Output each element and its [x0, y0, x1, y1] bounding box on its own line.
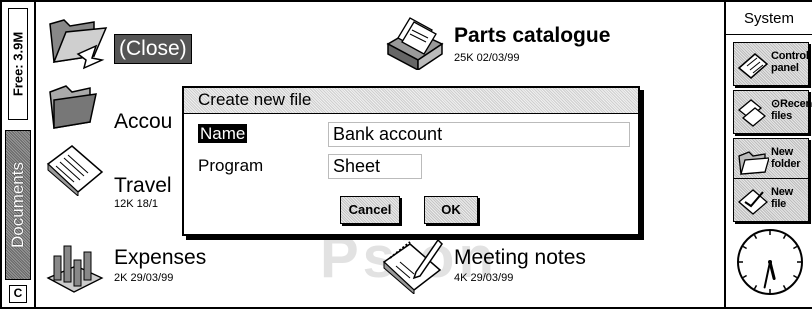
- name-label: Name: [198, 124, 248, 143]
- new-file-button[interactable]: New file: [733, 178, 809, 222]
- program-row: Program: [198, 156, 263, 176]
- new-folder-label: New folder: [771, 146, 801, 170]
- c-key-button[interactable]: C: [9, 285, 27, 303]
- dialog-title: Create new file: [184, 88, 638, 114]
- new-folder-icon: [738, 151, 769, 175]
- card-file-icon: [386, 17, 444, 70]
- meeting-notes-name: Meeting notes: [454, 246, 586, 269]
- close-item-label: (Close): [114, 34, 192, 64]
- folder-icon: [49, 85, 97, 129]
- accounts-folder-name: Accou: [114, 110, 173, 133]
- new-folder-button[interactable]: New folder: [733, 138, 809, 182]
- documents-tab[interactable]: Documents: [5, 130, 31, 280]
- new-file-icon: [738, 189, 768, 215]
- travel-document-meta: 12K 18/1: [114, 198, 159, 210]
- recent-files-icon: [737, 99, 767, 127]
- expenses-item[interactable]: Expenses 2K 29/03/99: [44, 238, 264, 298]
- left-status-bar: Free: 3.9M Documents C: [2, 2, 36, 307]
- control-panel-icon: [737, 53, 769, 79]
- free-memory-label: Free: 3.9M: [10, 31, 26, 97]
- recent-files-button[interactable]: ⊙Recent files: [733, 90, 812, 134]
- cancel-button[interactable]: Cancel: [340, 196, 400, 224]
- parts-catalogue-name: Parts catalogue: [454, 24, 611, 47]
- program-label: Program: [198, 156, 264, 175]
- system-header[interactable]: System: [726, 2, 812, 35]
- meeting-notes-item[interactable]: Meeting notes 4K 29/03/99: [380, 236, 660, 298]
- documents-desktop: Psion (Close) Parts catalogue 25K 02/: [38, 2, 724, 307]
- parts-catalogue-item[interactable]: Parts catalogue 25K 02/03/99: [384, 14, 664, 74]
- ok-button[interactable]: OK: [424, 196, 478, 224]
- parts-catalogue-meta: 25K 02/03/99: [454, 52, 520, 64]
- travel-document-name: Travel: [114, 174, 172, 197]
- psion-screen: Free: 3.9M Documents C Psion (Close): [0, 0, 812, 309]
- notepad-icon: [382, 238, 443, 294]
- meeting-notes-meta: 4K 29/03/99: [454, 272, 514, 284]
- control-panel-button[interactable]: Control panel: [733, 42, 809, 86]
- spreadsheet-icon: [46, 245, 104, 293]
- travel-document-item[interactable]: Travel 12K 18/1: [44, 142, 204, 210]
- clock-icon[interactable]: [735, 224, 805, 300]
- control-panel-label: Control panel: [771, 50, 809, 74]
- program-field[interactable]: Sheet: [328, 154, 422, 179]
- new-file-label: New file: [771, 186, 794, 210]
- recent-files-label: ⊙Recent files: [771, 98, 812, 122]
- document-icon: [46, 145, 104, 196]
- system-sidebar: System Control panel ⊙Recent files New fold: [724, 2, 812, 307]
- expenses-name: Expenses: [114, 246, 207, 269]
- create-new-file-dialog: Create new file Name Bank account Progra…: [182, 86, 640, 236]
- open-folder-icon: [49, 19, 108, 70]
- free-memory-indicator: Free: 3.9M: [8, 8, 28, 120]
- name-row: Name: [198, 124, 248, 144]
- name-field[interactable]: Bank account: [328, 122, 630, 147]
- expenses-meta: 2K 29/03/99: [114, 272, 174, 284]
- close-folder-item[interactable]: (Close): [44, 10, 214, 72]
- documents-tab-label: Documents: [8, 162, 27, 248]
